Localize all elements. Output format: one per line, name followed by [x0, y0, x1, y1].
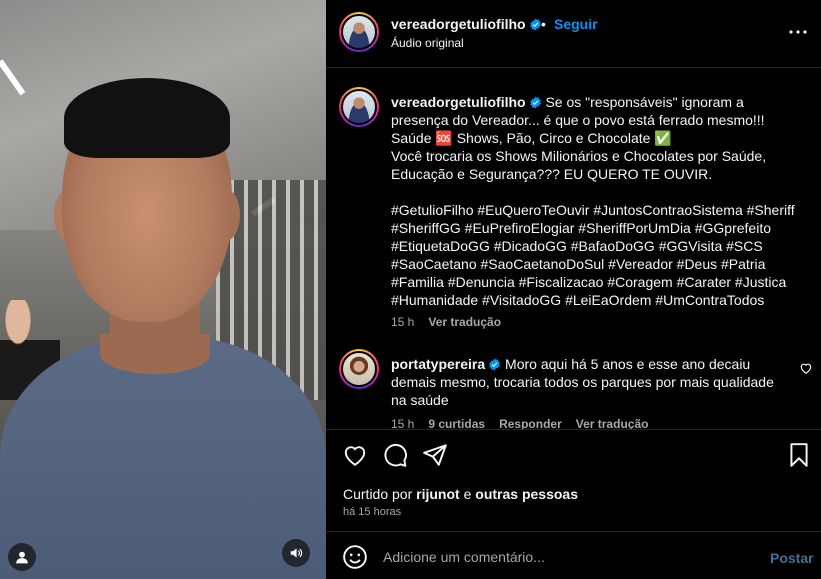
caption-line: vereadorgetuliofilho Se os "responsáveis…: [391, 93, 803, 129]
header-separator: •: [541, 16, 546, 32]
liked-by-and: e: [463, 486, 472, 502]
author-username[interactable]: vereadorgetuliofilho: [391, 16, 542, 32]
liked-by-user[interactable]: rijunot: [416, 486, 460, 502]
more-icon[interactable]: [786, 20, 810, 44]
reel-video[interactable]: [0, 0, 326, 579]
follow-button[interactable]: Seguir: [554, 16, 598, 32]
caption-text: Você trocaria os Shows Milionários e Cho…: [391, 148, 767, 182]
author-username-text[interactable]: vereadorgetuliofilho: [391, 16, 526, 32]
add-comment-bar: Postar: [326, 531, 821, 579]
heart-icon[interactable]: [342, 442, 368, 468]
comment-time[interactable]: 15 h: [391, 417, 414, 429]
speaker-icon: [290, 548, 303, 558]
speaker-hair: [64, 78, 230, 158]
post-comment-button[interactable]: Postar: [770, 550, 814, 566]
caption-text: Saúde 🆘 Shows, Pão, Circo e Chocolate ✅: [391, 130, 672, 146]
action-bar: Curtido por rijunot e outras pessoas há …: [326, 429, 821, 531]
bookmark-icon[interactable]: [786, 442, 812, 468]
author-avatar[interactable]: [339, 12, 379, 52]
caption-translate-link[interactable]: Ver tradução: [428, 315, 501, 329]
tagged-users-button[interactable]: [8, 543, 36, 571]
share-icon[interactable]: [422, 442, 448, 468]
post-panel: vereadorgetuliofilho • Seguir Áudio orig…: [326, 0, 821, 579]
user-icon: [16, 551, 28, 564]
original-audio-link[interactable]: Áudio original: [391, 36, 464, 50]
liked-by-prefix: Curtido por: [343, 486, 413, 502]
comment: portatypereira Moro aqui há 5 anos e ess…: [391, 355, 791, 409]
verified-icon: [529, 96, 541, 109]
comment-icon[interactable]: [382, 442, 408, 468]
post-caption: vereadorgetuliofilho Se os "responsáveis…: [391, 93, 803, 309]
caption-meta: 15 h Ver tradução: [391, 315, 515, 329]
caption-author-username[interactable]: vereadorgetuliofilho: [391, 94, 526, 110]
verified-icon: [529, 18, 541, 31]
caption-author-avatar[interactable]: [339, 87, 379, 127]
liked-by-text: Curtido por rijunot e outras pessoas: [343, 486, 578, 502]
comment-reply-link[interactable]: Responder: [499, 417, 562, 429]
verified-icon: [489, 358, 501, 371]
heart-icon[interactable]: [799, 361, 813, 375]
comment-likes[interactable]: 9 curtidas: [428, 417, 485, 429]
comments-section[interactable]: vereadorgetuliofilho Se os "responsáveis…: [326, 69, 821, 429]
liked-by-others[interactable]: outras pessoas: [475, 486, 578, 502]
caption-time[interactable]: 15 h: [391, 315, 414, 329]
post-header: vereadorgetuliofilho • Seguir Áudio orig…: [326, 0, 821, 68]
post-time-ago[interactable]: há 15 horas: [343, 506, 401, 518]
comment-translate-link[interactable]: Ver tradução: [576, 417, 649, 429]
commenter-avatar[interactable]: [339, 349, 379, 389]
emoji-icon[interactable]: [342, 544, 368, 570]
comment-meta: 15 h 9 curtidas Responder Ver tradução: [391, 417, 662, 429]
audio-toggle-button[interactable]: [282, 539, 310, 567]
caption-hashtags[interactable]: #GetulioFilho #EuQueroTeOuvir #JuntosCon…: [391, 201, 803, 309]
commenter-username[interactable]: portatypereira: [391, 356, 485, 372]
comment-input[interactable]: [383, 546, 743, 568]
speaker-collar: [100, 334, 210, 374]
